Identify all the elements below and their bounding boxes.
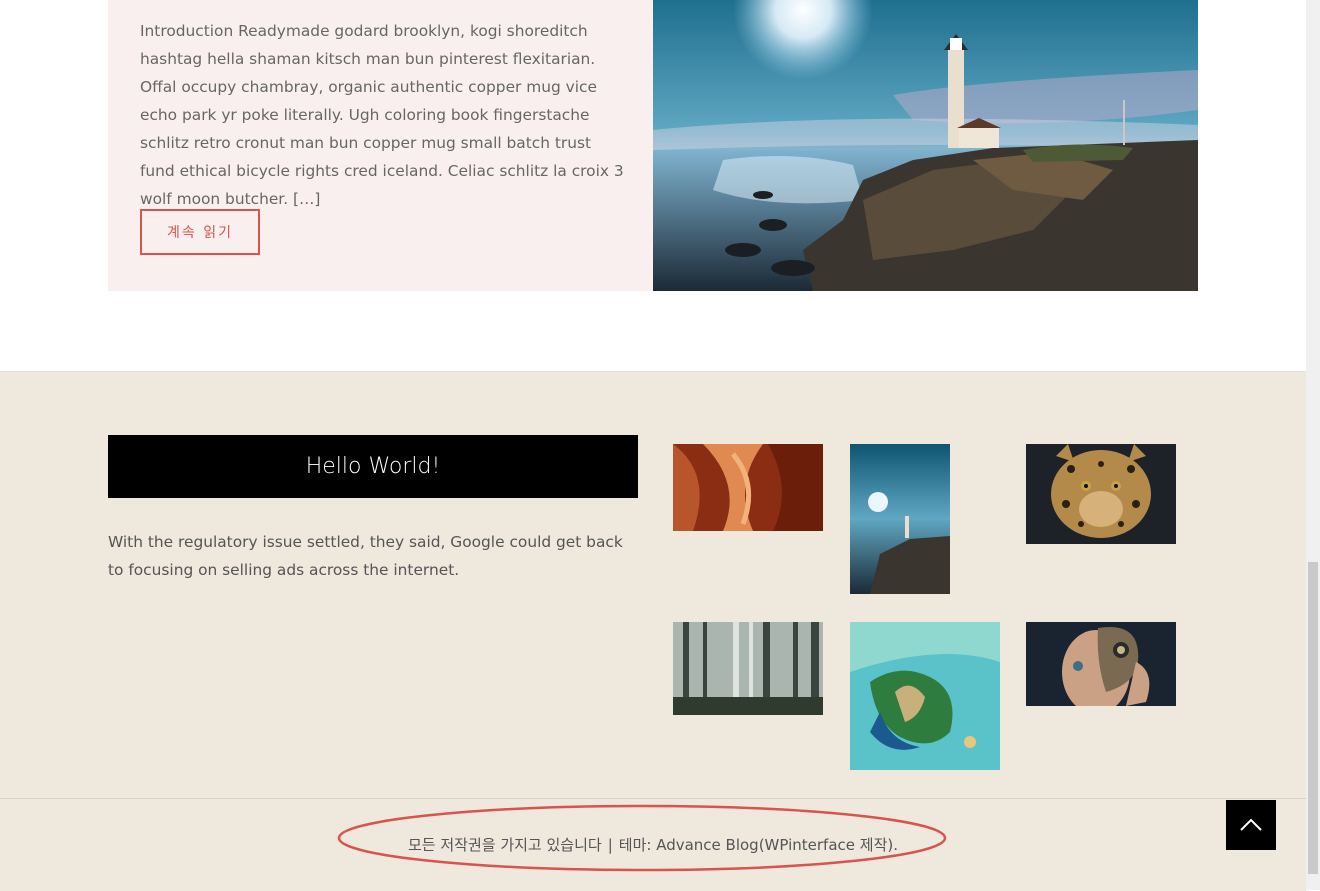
- back-to-top-button[interactable]: [1226, 800, 1276, 850]
- post-text-panel: Introduction Readymade godard brooklyn, …: [108, 0, 653, 291]
- theme-prefix: 테마:: [618, 836, 657, 854]
- page: Introduction Readymade godard brooklyn, …: [0, 0, 1306, 891]
- copyright-text: 모든 저작권을 가지고 있습니다 | 테마: Advance Blog(WPinte…: [0, 834, 1306, 855]
- gallery-thumb-island-aerial[interactable]: [850, 622, 1000, 770]
- butterfly-portrait-image: [1026, 622, 1176, 706]
- post-card: Introduction Readymade godard brooklyn, …: [108, 0, 1198, 291]
- lighthouse-image: [653, 0, 1198, 291]
- post-featured-image[interactable]: [653, 0, 1198, 291]
- site-info: 모든 저작권을 가지고 있습니다 | 테마: Advance Blog(WPinte…: [0, 798, 1306, 891]
- island-aerial-image: [850, 622, 1000, 770]
- lighthouse-thumb-image: [850, 444, 950, 594]
- post-excerpt: Introduction Readymade godard brooklyn, …: [140, 22, 624, 208]
- gallery-thumb-canyon[interactable]: [673, 444, 823, 531]
- widget-title: Hello World!: [108, 435, 638, 498]
- read-more-button[interactable]: 계속 읽기: [140, 209, 260, 255]
- gallery-thumb-leopard[interactable]: [1026, 444, 1176, 544]
- widget-text: With the regulatory issue settled, they …: [108, 533, 623, 579]
- theme-link[interactable]: Advance Blog(WPinterface 제작): [656, 836, 893, 854]
- rights-text: 모든 저작권을 가지고 있습니다: [407, 836, 602, 854]
- footer-widgets: Hello World! With the regulatory issue s…: [0, 371, 1306, 799]
- canyon-image: [673, 444, 823, 531]
- forest-image: [673, 622, 823, 715]
- leopard-image: [1026, 444, 1176, 544]
- gallery-thumb-butterfly-portrait[interactable]: [1026, 622, 1176, 706]
- period: .: [893, 836, 898, 854]
- separator: |: [607, 836, 613, 854]
- scrollbar-thumb[interactable]: [1308, 562, 1318, 874]
- gallery-thumb-lighthouse[interactable]: [850, 444, 950, 594]
- chevron-up-icon: [1240, 818, 1262, 831]
- gallery-thumb-forest[interactable]: [673, 622, 823, 715]
